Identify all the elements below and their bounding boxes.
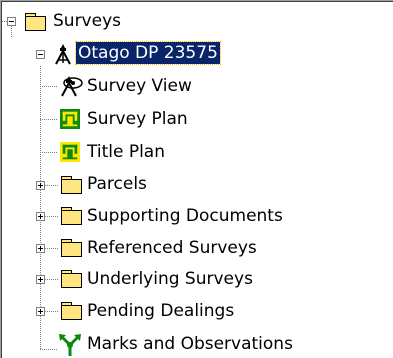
collapse-toggle-surveys[interactable] bbox=[7, 17, 16, 26]
folder-icon bbox=[60, 302, 82, 320]
marks-observations-icon bbox=[59, 334, 81, 356]
tree-item-surveys[interactable]: Surveys bbox=[53, 10, 121, 32]
tree-connector bbox=[40, 349, 58, 350]
tree-item-referenced-surveys[interactable]: Referenced Surveys bbox=[87, 237, 257, 259]
title-plan-icon bbox=[60, 142, 80, 162]
tree-connector bbox=[40, 119, 58, 120]
collapse-toggle-survey[interactable] bbox=[36, 50, 45, 59]
folder-icon bbox=[60, 270, 82, 288]
tree-connector bbox=[45, 311, 58, 312]
tree-connector bbox=[40, 86, 58, 87]
tree-item-supporting-documents[interactable]: Supporting Documents bbox=[87, 205, 283, 227]
folder-icon bbox=[60, 207, 82, 225]
panel-border-top-inner bbox=[1, 1, 393, 2]
tree-connector bbox=[45, 185, 58, 186]
tree-item-pending-dealings[interactable]: Pending Dealings bbox=[87, 300, 234, 322]
tree-item-survey-view[interactable]: Survey View bbox=[87, 75, 192, 97]
tree-connector bbox=[11, 26, 12, 37]
expand-toggle-underlying-surveys[interactable] bbox=[36, 275, 45, 284]
expand-toggle-pending-dealings[interactable] bbox=[36, 307, 45, 316]
folder-icon bbox=[60, 176, 82, 194]
tree-connector bbox=[45, 216, 58, 217]
tree-connector bbox=[45, 279, 58, 280]
expand-toggle-parcels[interactable] bbox=[36, 181, 45, 190]
survey-view-icon bbox=[61, 76, 83, 97]
tree-item-survey-plan[interactable]: Survey Plan bbox=[87, 108, 188, 130]
folder-icon bbox=[60, 239, 82, 257]
expand-toggle-referenced-surveys[interactable] bbox=[36, 244, 45, 253]
panel-border-left-inner bbox=[1, 1, 2, 358]
tree-item-title-plan[interactable]: Title Plan bbox=[87, 141, 165, 163]
survey-plan-icon bbox=[60, 109, 80, 129]
folder-icon bbox=[24, 13, 46, 31]
tree-item-parcels[interactable]: Parcels bbox=[87, 173, 147, 195]
tree-view[interactable]: Surveys Otago DP 23575 Survey View Surve… bbox=[0, 0, 393, 358]
tree-item-underlying-surveys[interactable]: Underlying Surveys bbox=[87, 268, 253, 290]
tree-connector bbox=[40, 152, 58, 153]
tree-item-survey-otago[interactable]: Otago DP 23575 bbox=[75, 41, 221, 65]
expand-toggle-supporting-documents[interactable] bbox=[36, 212, 45, 221]
survey-tripod-icon bbox=[55, 44, 71, 65]
tree-item-marks-and-observations[interactable]: Marks and Observations bbox=[87, 333, 293, 355]
tree-connector bbox=[45, 248, 58, 249]
